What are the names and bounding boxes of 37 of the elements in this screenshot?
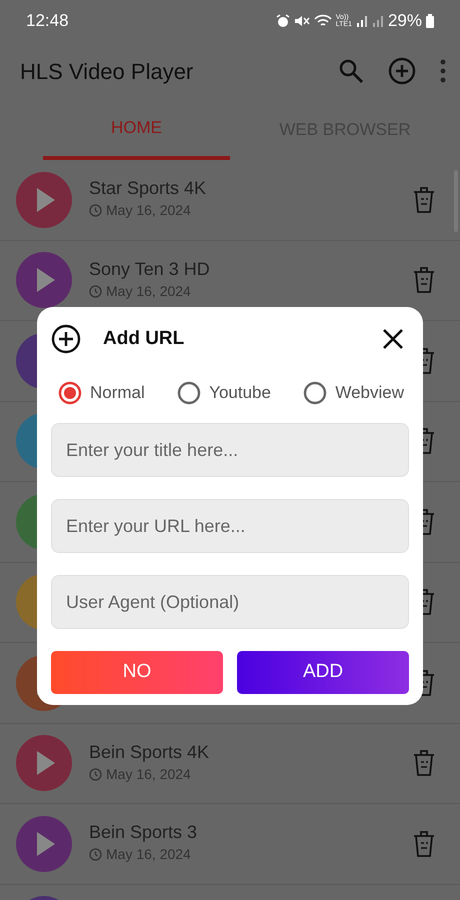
play-circle-icon[interactable] <box>15 734 73 792</box>
wifi-icon <box>314 14 332 28</box>
input-field[interactable]: Enter your title here... <box>51 423 409 477</box>
radio-label[interactable]: Youtube <box>209 380 271 406</box>
app-title: HLS Video Player <box>20 58 194 86</box>
radio-button[interactable] <box>58 381 82 405</box>
clock-icon <box>89 284 102 298</box>
dialog-title: Add URL <box>103 326 184 351</box>
add-icon <box>51 324 81 354</box>
channel-title: Bein Sports 3 <box>89 822 198 844</box>
clock-icon <box>89 204 102 218</box>
input-field[interactable]: Enter your URL here... <box>51 499 409 553</box>
more-icon[interactable] <box>440 59 446 83</box>
play-circle-icon[interactable] <box>15 251 73 310</box>
channel-title: Bein Sports 4K <box>89 742 210 764</box>
alarm-icon <box>276 14 290 28</box>
signal-icon <box>356 15 368 27</box>
add-button[interactable]: ADD <box>237 651 409 694</box>
play-circle-icon[interactable] <box>15 170 73 229</box>
close-icon[interactable] <box>382 328 404 350</box>
radio-label[interactable]: Webview <box>335 380 404 406</box>
battery-icon <box>426 14 434 28</box>
mute-icon <box>294 14 310 28</box>
input-field[interactable]: User Agent (Optional) <box>51 575 409 629</box>
clock-icon <box>89 768 102 781</box>
radio-button[interactable] <box>303 381 328 405</box>
radio-button[interactable] <box>177 381 202 405</box>
clock-icon <box>89 848 102 862</box>
radio-label[interactable]: Normal <box>90 380 145 406</box>
channel-title: Star Sports 4K <box>89 178 208 200</box>
battery-level: 29% <box>388 10 422 32</box>
add-icon[interactable] <box>388 57 416 85</box>
signal-icon <box>372 15 384 27</box>
search-icon[interactable] <box>338 58 364 84</box>
channel-title: Sony Ten 3 HD <box>89 258 211 281</box>
play-circle-icon[interactable] <box>15 814 73 873</box>
status-time: 12:48 <box>26 10 69 32</box>
